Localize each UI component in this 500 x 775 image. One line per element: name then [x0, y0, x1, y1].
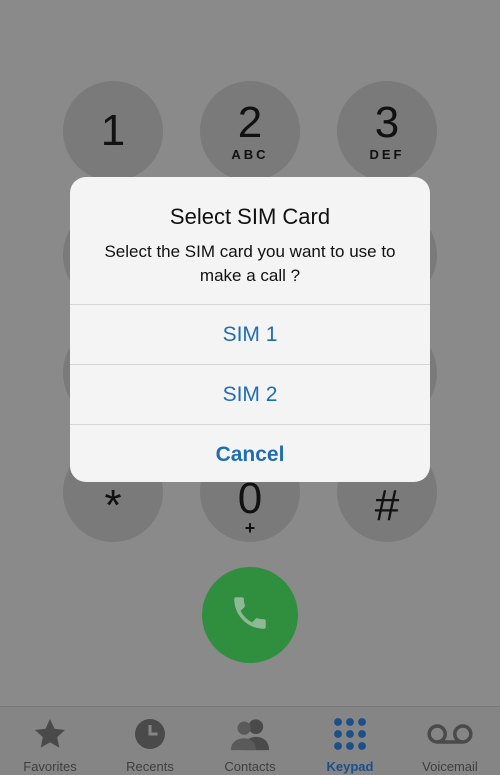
key-digit: 1 [100, 106, 126, 155]
dialog-message: Select the SIM card you want to use to m… [104, 242, 396, 285]
tab-label: Contacts [224, 759, 276, 774]
key-letters: + [244, 518, 256, 538]
tab-label: Favorites [23, 759, 77, 774]
select-sim-dialog: Select SIM Card Select the SIM card you … [70, 177, 430, 482]
sim-1-button[interactable]: SIM 1 [70, 305, 430, 365]
tab-label: Voicemail [422, 759, 478, 774]
key-2[interactable]: 2 ABC [200, 81, 300, 181]
key-letters: ABC [231, 146, 269, 162]
voicemail-icon [426, 715, 474, 753]
key-digit: 2 [237, 97, 263, 147]
tab-recents[interactable]: Recents [100, 707, 200, 775]
key-3[interactable]: 3 DEF [337, 81, 437, 181]
dialog-title: Select SIM Card [169, 204, 331, 229]
cancel-button[interactable]: Cancel [70, 425, 430, 482]
key-1[interactable]: 1 [63, 81, 163, 181]
phone-icon [229, 592, 271, 639]
star-icon [31, 715, 69, 753]
sim-2-button[interactable]: SIM 2 [70, 365, 430, 425]
tab-label: Keypad [326, 759, 374, 774]
tab-contacts[interactable]: Contacts [200, 707, 300, 775]
tab-voicemail[interactable]: Voicemail [400, 707, 500, 775]
call-button[interactable] [202, 567, 298, 663]
tab-favorites[interactable]: Favorites [0, 707, 100, 775]
phone-app-screen: 1 2 ABC 3 DEF * 0 + # Favorites Recents … [0, 0, 500, 775]
keypad-icon [332, 715, 368, 753]
contacts-icon [228, 715, 272, 753]
key-letters: DEF [369, 146, 405, 162]
tab-label: Recents [126, 759, 174, 774]
tab-bar: Favorites Recents Contacts Keypad Voicem… [0, 706, 500, 775]
tab-keypad[interactable]: Keypad [300, 707, 400, 775]
dialog-header: Select SIM Card Select the SIM card you … [70, 177, 430, 305]
key-digit: 3 [374, 97, 400, 147]
clock-icon [132, 715, 168, 753]
